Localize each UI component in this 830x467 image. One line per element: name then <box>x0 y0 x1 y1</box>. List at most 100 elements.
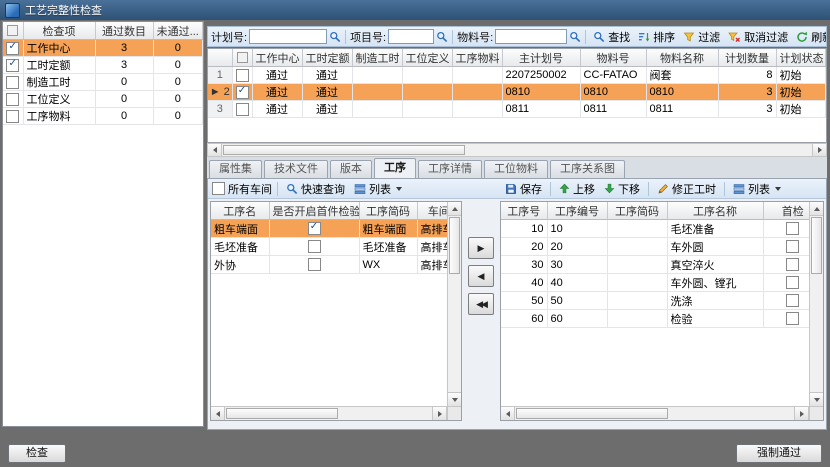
add-process-button[interactable]: ▶ <box>468 237 494 259</box>
material-no-input[interactable] <box>495 29 567 44</box>
first-check-checkbox[interactable] <box>308 240 321 253</box>
tab-attribute-set[interactable]: 属性集 <box>209 160 262 178</box>
search-icon[interactable] <box>569 31 581 43</box>
process-row[interactable]: 外协 WX 高排车间 <box>211 256 461 274</box>
column-header[interactable]: 工作中心 <box>252 49 302 67</box>
plan-row[interactable]: 3 通过 通过 0811 0811 0811 3 初始 <box>208 101 826 118</box>
remove-process-button[interactable]: ◀ <box>468 265 494 287</box>
remove-all-processes-button[interactable]: ◀◀ <box>468 293 494 315</box>
h-scrollbar[interactable] <box>501 406 809 420</box>
row-checkbox[interactable] <box>236 103 249 116</box>
force-pass-button[interactable]: 强制通过 <box>736 444 822 463</box>
find-button[interactable]: 查找 <box>590 28 633 46</box>
plan-no-input[interactable] <box>249 29 327 44</box>
scroll-up-icon[interactable] <box>810 202 823 216</box>
scroll-left-icon[interactable] <box>211 407 225 420</box>
sort-button[interactable]: 排序 <box>635 28 678 46</box>
check-row[interactable]: ✓ 工作中心 3 0 <box>3 40 203 57</box>
scroll-thumb[interactable] <box>449 217 460 274</box>
search-icon[interactable] <box>329 31 341 43</box>
scroll-right-icon[interactable] <box>432 407 446 420</box>
column-header[interactable]: 工序简码 <box>359 202 417 220</box>
column-header[interactable]: 工位定义 <box>402 49 452 67</box>
tab-process-detail[interactable]: 工序详情 <box>418 160 482 178</box>
process-row[interactable]: 50 50 洗涤 <box>501 292 823 310</box>
v-scrollbar[interactable] <box>447 202 461 406</box>
column-header[interactable]: 计划状态 <box>776 49 826 67</box>
row-checkbox[interactable] <box>6 110 19 123</box>
list-view-button[interactable]: 列表 <box>351 180 405 198</box>
scroll-thumb[interactable] <box>811 217 822 274</box>
check-row[interactable]: ✓ 工时定额 3 0 <box>3 57 203 74</box>
cancel-filter-button[interactable]: 取消过滤 <box>725 28 791 46</box>
column-header[interactable]: 工序名 <box>211 202 269 220</box>
column-header[interactable]: 检查项 <box>23 22 95 40</box>
column-header[interactable]: 工时定额 <box>302 49 352 67</box>
filter-button[interactable]: 过滤 <box>680 28 723 46</box>
column-header[interactable]: 工序名称 <box>667 202 763 220</box>
tab-tech-docs[interactable]: 技术文件 <box>264 160 328 178</box>
save-button[interactable]: 保存 <box>502 180 545 198</box>
row-checkbox[interactable] <box>236 69 249 82</box>
scroll-up-icon[interactable] <box>448 202 461 216</box>
process-row[interactable]: 粗车端面 ✓ 粗车端面 高排车间 <box>211 220 461 238</box>
first-check-checkbox[interactable]: ✓ <box>308 222 321 235</box>
tab-process[interactable]: 工序 <box>374 158 416 178</box>
column-header[interactable]: 通过数目 <box>95 22 153 40</box>
plan-row[interactable]: 1 通过 通过 2207250002 CC-FATAO 阀套 8 初始 <box>208 67 826 84</box>
process-row[interactable]: 30 30 真空淬火 <box>501 256 823 274</box>
tab-version[interactable]: 版本 <box>330 160 372 178</box>
check-row[interactable]: 工序物料 0 0 <box>3 108 203 125</box>
scroll-left-icon[interactable] <box>501 407 515 420</box>
column-header[interactable]: 物料名称 <box>646 49 718 67</box>
first-check-checkbox[interactable] <box>786 222 799 235</box>
scroll-down-icon[interactable] <box>810 392 823 406</box>
select-all-header[interactable] <box>3 22 23 40</box>
select-all-header[interactable] <box>232 49 252 67</box>
row-checkbox[interactable] <box>6 93 19 106</box>
tab-process-relation[interactable]: 工序关系图 <box>550 160 625 178</box>
process-row[interactable]: 40 40 车外圆、镗孔 <box>501 274 823 292</box>
column-header[interactable]: 工序编号 <box>547 202 607 220</box>
plan-row[interactable]: ► 2 ✓ 通过 通过 0810 0810 0810 3 初始 <box>208 84 826 101</box>
first-check-checkbox[interactable] <box>786 312 799 325</box>
column-header[interactable]: 未通过... <box>153 22 203 40</box>
column-header[interactable]: 物料号 <box>580 49 646 67</box>
check-button[interactable]: 检查 <box>8 444 66 463</box>
column-header[interactable]: 工序物料 <box>452 49 502 67</box>
refresh-button[interactable]: 刷新 <box>793 28 827 46</box>
fix-hours-button[interactable]: 修正工时 <box>654 180 719 198</box>
scroll-left-icon[interactable] <box>208 144 222 156</box>
search-icon[interactable] <box>436 31 448 43</box>
row-checkbox[interactable]: ✓ <box>6 42 19 55</box>
column-header[interactable]: 制造工时 <box>352 49 402 67</box>
column-header[interactable]: 工序号 <box>501 202 547 220</box>
scroll-thumb[interactable] <box>516 408 668 419</box>
h-scrollbar[interactable] <box>211 406 447 420</box>
process-row[interactable]: 60 60 检验 <box>501 310 823 328</box>
process-row[interactable]: 毛坯准备 毛坯准备 高排车间 <box>211 238 461 256</box>
h-scrollbar[interactable] <box>207 143 827 157</box>
scroll-thumb[interactable] <box>226 408 338 419</box>
process-row[interactable]: 10 10 毛坯准备 <box>501 220 823 238</box>
process-row[interactable]: 20 20 车外圆 <box>501 238 823 256</box>
quick-query-button[interactable]: 快速查询 <box>283 180 348 198</box>
first-check-checkbox[interactable] <box>786 276 799 289</box>
column-header[interactable]: 工序简码 <box>607 202 667 220</box>
scroll-thumb[interactable] <box>223 145 465 155</box>
first-check-checkbox[interactable] <box>786 258 799 271</box>
project-no-input[interactable] <box>388 29 434 44</box>
row-checkbox[interactable] <box>6 76 19 89</box>
all-workshops-checkbox[interactable] <box>212 182 225 195</box>
first-check-checkbox[interactable] <box>786 294 799 307</box>
move-down-button[interactable]: 下移 <box>601 180 643 198</box>
first-check-checkbox[interactable] <box>786 240 799 253</box>
scroll-down-icon[interactable] <box>448 392 461 406</box>
column-header[interactable]: 主计划号 <box>502 49 580 67</box>
v-scrollbar[interactable] <box>809 202 823 406</box>
scroll-right-icon[interactable] <box>794 407 808 420</box>
first-check-checkbox[interactable] <box>308 258 321 271</box>
scroll-right-icon[interactable] <box>812 144 826 156</box>
row-checkbox[interactable]: ✓ <box>236 86 249 99</box>
check-row[interactable]: 制造工时 0 0 <box>3 74 203 91</box>
